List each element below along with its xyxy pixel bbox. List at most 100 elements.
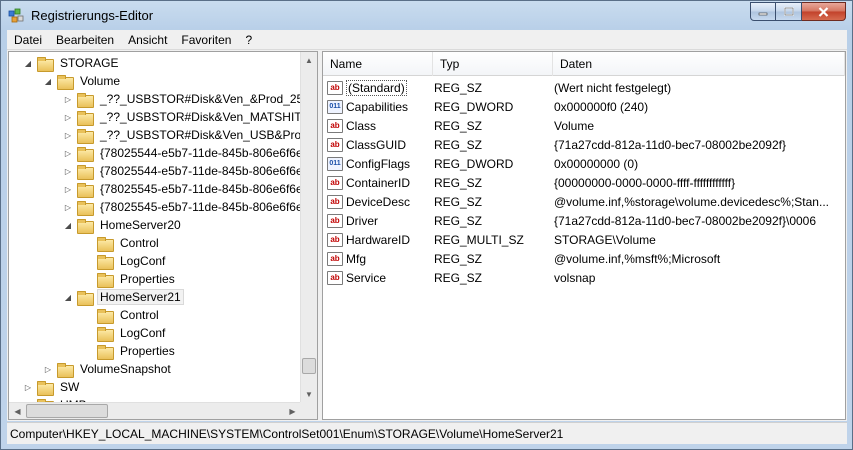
expanded-arrow-icon[interactable]: ◢ bbox=[63, 220, 73, 230]
folder-icon bbox=[97, 326, 114, 342]
tree-vertical-scroll-thumb[interactable] bbox=[302, 358, 316, 374]
collapsed-arrow-icon[interactable]: ▷ bbox=[63, 166, 73, 176]
close-button[interactable] bbox=[802, 2, 846, 21]
column-header-name[interactable]: Name bbox=[323, 52, 433, 76]
scroll-down-icon[interactable]: ▼ bbox=[301, 386, 317, 403]
value-type: REG_MULTI_SZ bbox=[434, 232, 524, 247]
string-value-icon: ab bbox=[327, 232, 343, 247]
folder-icon bbox=[77, 146, 94, 162]
status-bar: Computer\HKEY_LOCAL_MACHINE\SYSTEM\Contr… bbox=[7, 422, 847, 444]
value-name: Class bbox=[346, 118, 377, 133]
value-name-cell: ab Mfg bbox=[327, 251, 434, 266]
folder-icon bbox=[77, 128, 94, 144]
tree-item[interactable]: ▷ {78025544-e5b7-11de-845b-806e6f6e69 bbox=[63, 162, 317, 180]
value-name-cell: 011 ConfigFlags bbox=[327, 156, 434, 171]
tree-item[interactable]: ▷ SW bbox=[23, 378, 82, 396]
tree-item[interactable]: Properties bbox=[83, 342, 178, 360]
value-data: @volume.inf,%msft%;Microsoft bbox=[554, 251, 721, 266]
list-item[interactable]: ab Driver REG_SZ {71a27cdd-812a-11d0-bec7-0… bbox=[327, 211, 839, 230]
collapsed-arrow-icon[interactable]: ▷ bbox=[63, 130, 73, 140]
collapsed-arrow-icon[interactable]: ▷ bbox=[43, 364, 53, 374]
value-list[interactable]: Name Typ Daten ab (Standard) REG_SZ (Wert n… bbox=[322, 51, 846, 420]
value-data: 0x000000f0 (240) bbox=[554, 99, 649, 114]
tree-item[interactable]: LogConf bbox=[83, 252, 168, 270]
folder-icon bbox=[77, 182, 94, 198]
tree-item[interactable]: LogConf bbox=[83, 324, 168, 342]
value-type: REG_SZ bbox=[434, 118, 483, 133]
list-item[interactable]: 011 Capabilities REG_DWORD 0x000000f0 (240) bbox=[327, 97, 839, 116]
list-item[interactable]: 011 ConfigFlags REG_DWORD 0x00000000 (0) bbox=[327, 154, 839, 173]
list-item[interactable]: ab (Standard) REG_SZ (Wert nicht festgelegt… bbox=[327, 78, 839, 97]
maximize-button[interactable] bbox=[776, 2, 802, 21]
menu-favoriten[interactable]: Favoriten bbox=[174, 33, 238, 47]
tree-item-label: {78025544-e5b7-11de-845b-806e6f6e69 bbox=[100, 146, 316, 160]
collapsed-arrow-icon[interactable]: ▷ bbox=[63, 94, 73, 104]
list-item[interactable]: ab ContainerID REG_SZ {00000000-0000-0000-f… bbox=[327, 173, 839, 192]
binary-value-icon: 011 bbox=[327, 156, 343, 171]
value-data: Volume bbox=[554, 118, 595, 133]
collapsed-arrow-icon[interactable]: ▷ bbox=[23, 382, 33, 392]
tree-item[interactable]: ▷ VolumeSnapshot bbox=[43, 360, 174, 378]
tree-horizontal-scroll-thumb[interactable] bbox=[26, 404, 108, 418]
tree-item-label: LogConf bbox=[120, 254, 166, 268]
expanded-arrow-icon[interactable]: ◢ bbox=[23, 58, 33, 68]
list-item[interactable]: ab Service REG_SZ volsnap bbox=[327, 268, 839, 287]
tree-horizontal-scrollbar[interactable]: ◀ ▶ bbox=[9, 402, 301, 419]
tree-item[interactable]: ◢ HomeServer20 bbox=[63, 216, 184, 234]
scroll-right-icon[interactable]: ▶ bbox=[284, 403, 301, 419]
key-tree[interactable]: ◢ STORAGE ◢ Volume ▷ _??_USBSTOR#Disk&Ven_&Pr… bbox=[8, 51, 318, 420]
value-name: ConfigFlags bbox=[346, 156, 411, 171]
regedit-window: Registrierungs-Editor Datei Bearbeiten A… bbox=[0, 0, 853, 450]
list-item[interactable]: ab Class REG_SZ Volume bbox=[327, 116, 839, 135]
value-data: {71a27cdd-812a-11d0-bec7-08002be2092f}\0… bbox=[554, 213, 817, 228]
tree-item[interactable]: ◢ STORAGE bbox=[23, 54, 121, 72]
value-data: {71a27cdd-812a-11d0-bec7-08002be2092f} bbox=[554, 137, 786, 152]
collapsed-arrow-icon[interactable]: ▷ bbox=[63, 184, 73, 194]
tree-item-label: {78025544-e5b7-11de-845b-806e6f6e69 bbox=[100, 164, 316, 178]
column-header-data[interactable]: Daten bbox=[553, 52, 845, 76]
minimize-icon bbox=[758, 12, 768, 15]
value-type: REG_SZ bbox=[434, 137, 483, 152]
tree-item[interactable]: ▷ {78025544-e5b7-11de-845b-806e6f6e69 bbox=[63, 144, 317, 162]
list-item[interactable]: ab HardwareID REG_MULTI_SZ STORAGE\Volume bbox=[327, 230, 839, 249]
minimize-button[interactable] bbox=[750, 2, 776, 21]
list-item[interactable]: ab ClassGUID REG_SZ {71a27cdd-812a-11d0-bec… bbox=[327, 135, 839, 154]
collapsed-arrow-icon[interactable]: ▷ bbox=[63, 112, 73, 122]
menu-help[interactable]: ? bbox=[238, 33, 259, 47]
collapsed-arrow-icon[interactable]: ▷ bbox=[63, 202, 73, 212]
string-value-icon: ab bbox=[327, 118, 343, 133]
string-value-icon: ab bbox=[327, 194, 343, 209]
collapsed-arrow-icon[interactable]: ▷ bbox=[63, 148, 73, 158]
tree-item[interactable]: ▷ {78025545-e5b7-11de-845b-806e6f6e69 bbox=[63, 180, 317, 198]
value-name: Capabilities bbox=[346, 99, 409, 114]
string-value-icon: ab bbox=[327, 175, 343, 190]
tree-item[interactable]: ▷ _??_USBSTOR#Disk&Ven_&Prod_256M bbox=[63, 90, 317, 108]
menu-ansicht[interactable]: Ansicht bbox=[121, 33, 174, 47]
title-bar[interactable]: Registrierungs-Editor bbox=[1, 1, 852, 29]
tree-vertical-scrollbar[interactable]: ▲ ▼ bbox=[300, 52, 317, 403]
menu-bearbeiten[interactable]: Bearbeiten bbox=[49, 33, 121, 47]
tree-item[interactable]: ▷ _??_USBSTOR#Disk&Ven_MATSHITA& bbox=[63, 108, 317, 126]
value-name: DeviceDesc bbox=[346, 194, 411, 209]
tree-item[interactable]: ▷ _??_USBSTOR#Disk&Ven_USB&Prod_St bbox=[63, 126, 317, 144]
menu-datei[interactable]: Datei bbox=[7, 33, 49, 47]
list-item[interactable]: ab DeviceDesc REG_SZ @volume.inf,%storage\v… bbox=[327, 192, 839, 211]
list-item[interactable]: ab Mfg REG_SZ @volume.inf,%msft%;Microsoft bbox=[327, 249, 839, 268]
expanded-arrow-icon[interactable]: ◢ bbox=[43, 76, 53, 86]
column-header-type[interactable]: Typ bbox=[433, 52, 553, 76]
tree-item[interactable]: Properties bbox=[83, 270, 178, 288]
scroll-up-icon[interactable]: ▲ bbox=[301, 52, 317, 69]
tree-item[interactable]: ◢ Volume bbox=[43, 72, 123, 90]
tree-item[interactable]: ◢ HomeServer21 bbox=[63, 288, 184, 306]
tree-item[interactable]: Control bbox=[83, 306, 162, 324]
tree-item[interactable]: Control bbox=[83, 234, 162, 252]
expanded-arrow-icon[interactable]: ◢ bbox=[63, 292, 73, 302]
scroll-left-icon[interactable]: ◀ bbox=[9, 403, 26, 419]
folder-icon bbox=[37, 380, 54, 396]
regedit-icon bbox=[8, 8, 24, 23]
tree-item-label: Properties bbox=[120, 272, 175, 286]
tree-item[interactable]: ▷ {78025545-e5b7-11de-845b-806e6f6e69 bbox=[63, 198, 317, 216]
